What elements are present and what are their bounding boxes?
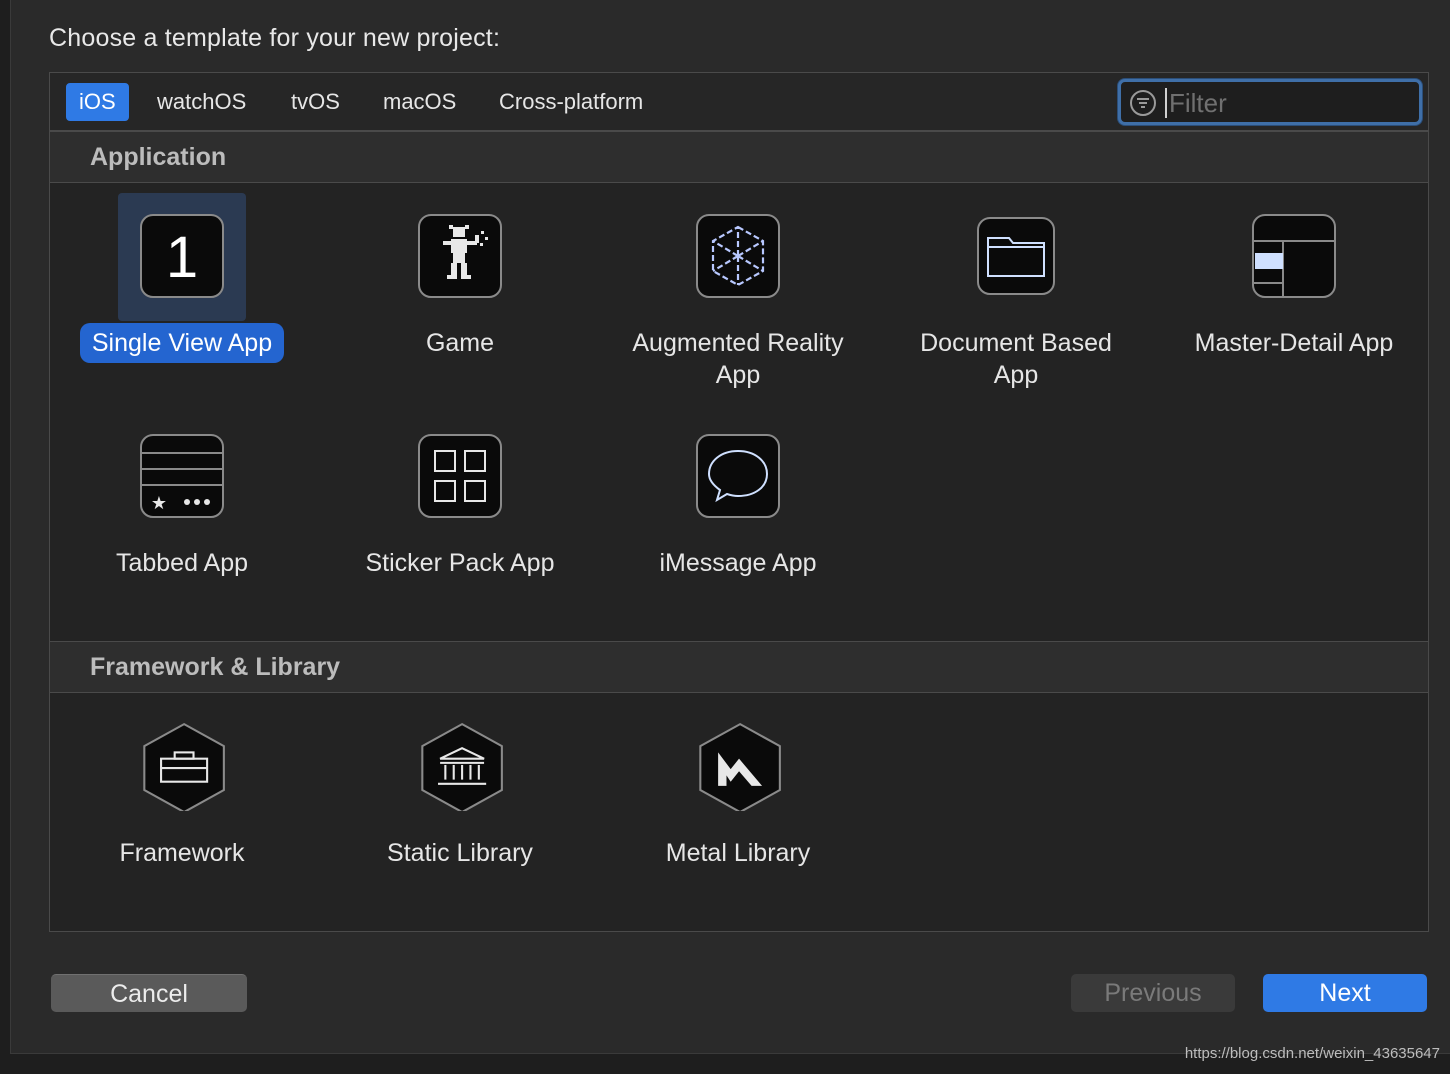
template-game[interactable]: Game [340,193,580,403]
tab-macos[interactable]: macOS [370,83,469,121]
template-label: Single View App [79,323,285,363]
text-cursor [1165,88,1167,118]
imessage-icon [696,434,780,518]
filter-field[interactable] [1118,79,1422,125]
filter-input[interactable] [1169,86,1409,120]
next-button[interactable]: Next [1263,974,1427,1012]
previous-button[interactable]: Previous [1071,974,1235,1012]
template-label: Tabbed App [115,549,249,577]
watermark-text: https://blog.csdn.net/weixin_43635647 [1184,1045,1440,1062]
template-label: Metal Library [665,839,811,867]
document-based-icon [977,217,1055,295]
tab-tvos[interactable]: tvOS [278,83,353,121]
template-label: Master-Detail App [1194,329,1394,357]
svg-text:★: ★ [151,493,167,514]
platform-tab-bar: iOS watchOS tvOS macOS Cross-platform [50,73,1428,131]
section-title: Application [90,143,227,171]
template-label: Game [425,329,495,357]
template-label: Static Library [387,839,533,867]
section-title: Framework & Library [90,653,341,681]
section-header-application: Application [50,131,1428,183]
single-view-app-icon: 1 [140,214,224,298]
filter-icon [1130,90,1156,116]
template-label: Framework [119,839,245,867]
template-framework[interactable]: Framework [62,703,302,913]
template-document-based-app[interactable]: Document Based App [896,193,1136,403]
template-sticker-pack-app[interactable]: Sticker Pack App [340,413,580,623]
template-master-detail-app[interactable]: Master-Detail App [1174,193,1414,403]
tab-cross-platform[interactable]: Cross-platform [486,83,656,121]
template-label: iMessage App [659,549,817,577]
metal-library-icon [699,722,781,811]
master-detail-icon [1252,214,1336,298]
template-label: Sticker Pack App [365,549,555,577]
dialog-heading: Choose a template for your new project: [49,24,501,52]
template-label: Document Based App [920,329,1112,389]
tab-watchos[interactable]: watchOS [144,83,259,121]
template-metal-library[interactable]: Metal Library [618,703,858,913]
cancel-button[interactable]: Cancel [51,974,247,1012]
tabbed-app-icon: ★ [140,434,224,518]
framework-icon [143,722,225,811]
augmented-reality-icon [696,214,780,298]
static-library-icon [421,722,503,811]
sticker-pack-icon [418,434,502,518]
template-label: Augmented Reality App [632,329,844,389]
template-tabbed-app[interactable]: ★ Tabbed App [62,413,302,623]
template-imessage-app[interactable]: iMessage App [618,413,858,623]
game-icon [418,214,502,298]
tab-ios[interactable]: iOS [66,83,129,121]
template-static-library[interactable]: Static Library [340,703,580,913]
template-single-view-app[interactable]: 1 Single View App [62,193,302,403]
section-header-framework-library: Framework & Library [50,641,1428,693]
new-project-dialog: Choose a template for your new project: … [10,0,1450,1054]
template-augmented-reality-app[interactable]: Augmented Reality App [618,193,858,403]
template-chooser-panel: iOS watchOS tvOS macOS Cross-platform Ap… [49,72,1429,932]
svg-text:1: 1 [166,225,198,290]
